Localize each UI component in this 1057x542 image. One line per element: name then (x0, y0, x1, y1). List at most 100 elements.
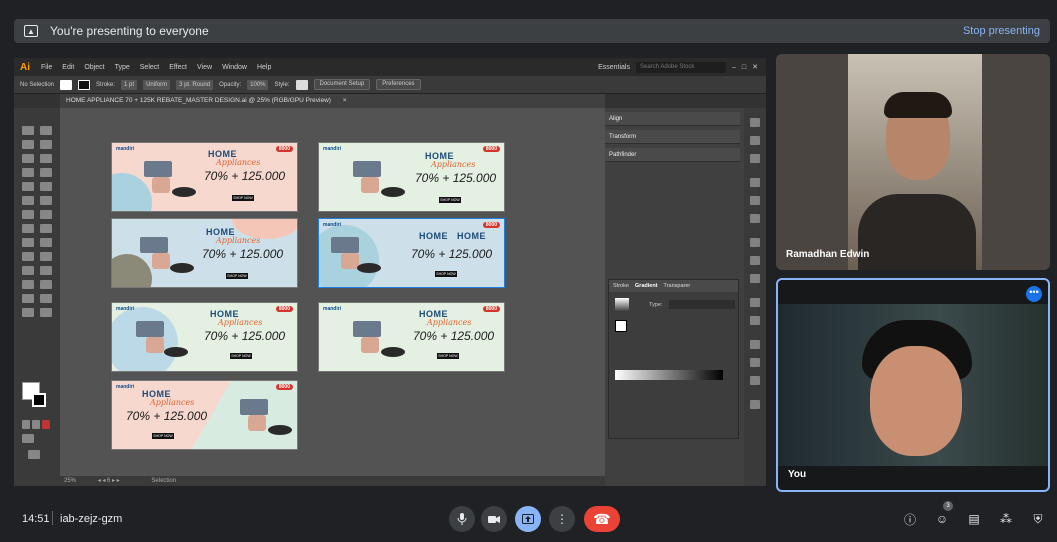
stock-search-input[interactable]: Search Adobe Stock (635, 61, 726, 73)
fill-stroke-icon[interactable] (615, 320, 627, 332)
align-panel-header[interactable]: Align (605, 112, 740, 126)
self-view-tile[interactable]: ••• You (776, 278, 1050, 492)
menu-effect[interactable]: Effect (169, 64, 187, 71)
host-controls-icon[interactable]: ⛨ (1029, 510, 1047, 528)
blend-tool-icon[interactable] (40, 266, 52, 275)
hand-tool-icon[interactable] (22, 308, 34, 317)
style-swatch[interactable] (295, 79, 308, 90)
maximize-icon[interactable]: □ (742, 64, 746, 71)
artboard-4[interactable]: mandiri 8000 HOME HOME 70% + 125.000 SHO… (318, 218, 505, 288)
artboard-7[interactable]: mandiri 8000 HOME Appliances 70% + 125.0… (111, 380, 298, 450)
none-mode-icon[interactable] (42, 420, 50, 429)
mesh-tool-icon[interactable] (22, 252, 34, 261)
transparency-panel-icon[interactable] (750, 274, 760, 283)
lasso-tool-icon[interactable] (40, 140, 52, 149)
asset-export-icon[interactable] (750, 376, 760, 385)
menu-help[interactable]: Help (257, 64, 271, 71)
microphone-icon[interactable] (449, 506, 475, 532)
artboard-navigator[interactable]: ◂ ◂ 6 ▸ ▸ (98, 478, 120, 484)
color-mode-icon[interactable] (22, 420, 30, 429)
draw-mode-icon[interactable] (22, 434, 34, 443)
screen-mode-icon[interactable] (28, 450, 40, 459)
artboards-panel-icon[interactable] (750, 340, 760, 349)
menu-file[interactable]: File (41, 64, 52, 71)
perspective-grid-tool-icon[interactable] (40, 238, 52, 247)
participant-tile[interactable]: Ramadhan Edwin (776, 54, 1050, 270)
menu-window[interactable]: Window (222, 64, 247, 71)
artboard-tool-icon[interactable] (22, 294, 34, 303)
menu-type[interactable]: Type (115, 64, 130, 71)
graphic-styles-icon[interactable] (750, 316, 760, 325)
fill-swatch[interactable] (60, 79, 73, 90)
magic-wand-tool-icon[interactable] (22, 140, 34, 149)
artboard-6[interactable]: mandiri 8000 HOME Appliances 70% + 125.0… (318, 302, 505, 372)
stop-presenting-button[interactable]: Stop presenting (963, 25, 1040, 37)
shape-builder-tool-icon[interactable] (22, 238, 34, 247)
menu-edit[interactable]: Edit (62, 64, 74, 71)
preferences-button[interactable]: Preferences (376, 79, 421, 90)
gradient-type-select[interactable] (669, 300, 735, 309)
opacity-field[interactable]: 100% (247, 79, 269, 90)
artboard-canvas[interactable]: mandiri 8000 HOME Appliances 70% + 125.0… (60, 108, 605, 476)
zoom-tool-icon[interactable] (40, 308, 52, 317)
info-icon[interactable]: ⓘ (901, 510, 919, 528)
activities-icon[interactable]: ⁂ (997, 510, 1015, 528)
document-setup-button[interactable]: Document Setup (313, 79, 371, 90)
tab-stroke[interactable]: Stroke (613, 283, 629, 289)
stroke-swatch[interactable] (78, 79, 91, 90)
stroke-color-box[interactable] (32, 393, 46, 407)
menu-view[interactable]: View (197, 64, 212, 71)
swatches-icon[interactable] (750, 178, 760, 187)
artboard-5[interactable]: mandiri 8000 HOME Appliances 70% + 125.0… (111, 302, 298, 372)
type-tool-icon[interactable] (22, 168, 34, 177)
width-tool-icon[interactable] (22, 224, 34, 233)
artboard-2[interactable]: mandiri 8000 HOME Appliances 70% + 125.0… (318, 142, 505, 212)
zoom-level[interactable]: 25% (64, 478, 76, 484)
paintbrush-tool-icon[interactable] (40, 182, 52, 191)
transform-panel-header[interactable]: Transform (605, 130, 740, 144)
cc-libraries-icon[interactable] (750, 400, 760, 409)
more-options-button[interactable]: ••• (1026, 286, 1042, 302)
rectangle-tool-icon[interactable] (22, 182, 34, 191)
selection-tool-icon[interactable] (22, 126, 34, 135)
gradient-tool-icon[interactable] (40, 252, 52, 261)
gradient-swatch[interactable] (615, 298, 629, 312)
direct-selection-tool-icon[interactable] (40, 126, 52, 135)
layers-icon[interactable] (750, 154, 760, 163)
stroke-weight-field[interactable]: 1 pt (121, 79, 138, 90)
rotate-tool-icon[interactable] (22, 210, 34, 219)
properties-icon[interactable] (750, 118, 760, 127)
gradient-slider[interactable] (615, 370, 723, 380)
chat-icon[interactable]: ▤ (965, 510, 983, 528)
close-tab-icon[interactable]: × (343, 97, 347, 104)
symbols-icon[interactable] (750, 214, 760, 223)
gradient-panel-icon[interactable] (750, 256, 760, 265)
curvature-tool-icon[interactable] (40, 154, 52, 163)
end-call-icon[interactable]: ☎ (584, 506, 620, 532)
appearance-icon[interactable] (750, 298, 760, 307)
workspace-switcher[interactable]: Essentials (598, 64, 630, 71)
artboard-3[interactable]: HOME Appliances 70% + 125.000 SHOP NOW (111, 218, 298, 288)
brush-select[interactable]: 3 pt. Round (176, 79, 214, 90)
shaper-tool-icon[interactable] (22, 196, 34, 205)
menu-object[interactable]: Object (84, 64, 104, 71)
layers-panel-icon[interactable] (750, 358, 760, 367)
document-tab[interactable]: HOME APPLIANCE 70 + 125K REBATE_MASTER D… (60, 94, 605, 108)
tab-gradient[interactable]: Gradient (635, 283, 658, 289)
scale-tool-icon[interactable] (40, 210, 52, 219)
camera-icon[interactable] (481, 506, 507, 532)
close-icon[interactable]: ✕ (752, 63, 758, 71)
tab-transparency[interactable]: Transparer (664, 283, 691, 289)
eyedropper-tool-icon[interactable] (22, 266, 34, 275)
line-tool-icon[interactable] (40, 168, 52, 177)
more-vert-icon[interactable]: ⋮ (549, 506, 575, 532)
libraries-icon[interactable] (750, 136, 760, 145)
gradient-mode-icon[interactable] (32, 420, 40, 429)
minimize-icon[interactable]: – (732, 64, 736, 71)
artboard-1[interactable]: mandiri 8000 HOME Appliances 70% + 125.0… (111, 142, 298, 212)
free-transform-tool-icon[interactable] (40, 224, 52, 233)
stroke-panel-icon[interactable] (750, 238, 760, 247)
present-icon[interactable] (515, 506, 541, 532)
eraser-tool-icon[interactable] (40, 196, 52, 205)
uniform-select[interactable]: Uniform (143, 79, 171, 90)
